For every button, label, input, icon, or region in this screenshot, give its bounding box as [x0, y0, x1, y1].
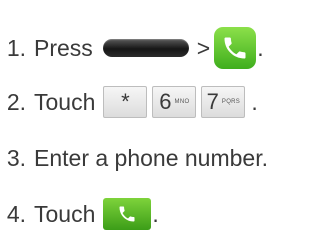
step-4: 4. Touch .	[0, 192, 159, 236]
key-6: 6 MNO	[152, 86, 197, 118]
period: .	[257, 34, 264, 61]
call-button-icon	[103, 198, 152, 230]
key-7: 7 PQRS	[201, 86, 246, 118]
step-text: Press	[34, 34, 93, 61]
step-number: 1.	[6, 34, 26, 61]
step-text: Touch	[34, 200, 96, 227]
key-sub-label: PQRS	[221, 99, 241, 105]
phone-app-icon	[214, 27, 257, 69]
key-sub-label: MNO	[174, 99, 190, 105]
home-key-icon	[102, 39, 189, 57]
step-text: Enter a phone number.	[34, 144, 268, 171]
step-number: 4.	[6, 200, 26, 227]
separator: >	[196, 34, 211, 61]
step-2: 2. Touch * 6 MNO 7 PQRS .	[0, 80, 258, 124]
step-number: 2.	[6, 88, 26, 115]
key-star: *	[103, 86, 148, 118]
key-main-label: 6	[159, 89, 172, 114]
step-text: Touch	[34, 88, 96, 115]
period: .	[152, 200, 159, 227]
step-1: 1. Press > .	[0, 26, 264, 70]
key-main-label: 7	[206, 89, 219, 114]
period: .	[251, 88, 258, 115]
key-main-label: *	[121, 89, 130, 114]
keypad-keys: * 6 MNO 7 PQRS	[103, 86, 250, 118]
step-number: 3.	[6, 144, 26, 171]
step-3: 3. Enter a phone number.	[0, 136, 268, 180]
